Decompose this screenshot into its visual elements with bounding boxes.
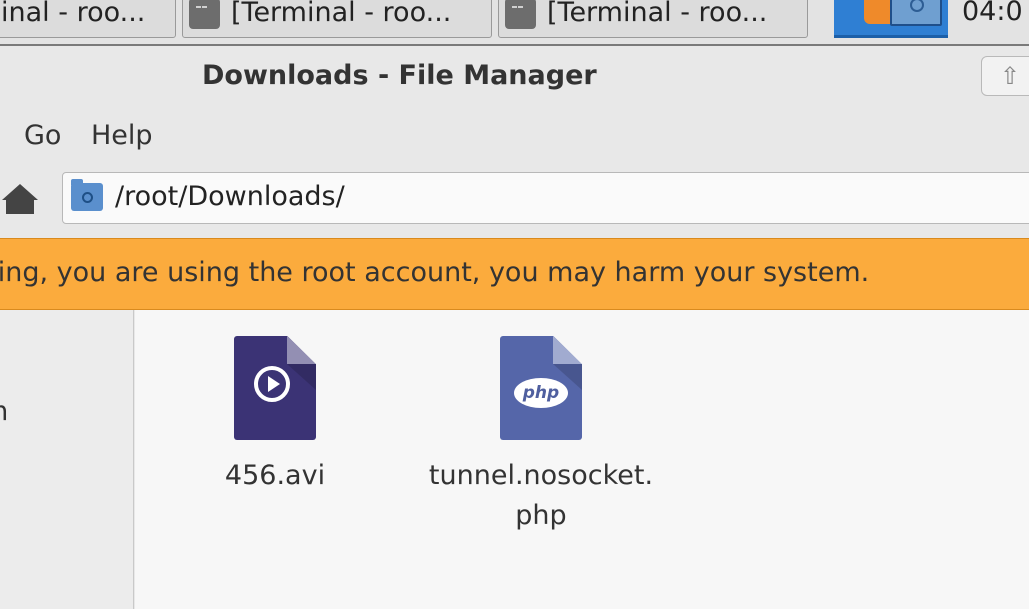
taskbar-item-terminal-3[interactable]: [Terminal - roo... xyxy=(498,0,808,38)
sidebar-item-filesystem[interactable]: m xyxy=(0,396,8,427)
play-icon xyxy=(254,366,290,402)
home-icon xyxy=(2,184,38,200)
menu-go[interactable]: Go xyxy=(24,120,61,151)
window-maximize-button[interactable]: ⇧ xyxy=(981,56,1029,96)
taskbar-item-terminal-2[interactable]: [Terminal - roo... xyxy=(182,0,492,38)
file-view[interactable]: 456.avi php tunnel.nosocket. php xyxy=(135,310,1029,609)
taskbar-item-terminal-1[interactable]: inal - roo... xyxy=(0,0,176,38)
php-file-icon: php xyxy=(500,336,582,440)
clock: 04:0 xyxy=(962,0,1023,27)
file-name: tunnel.nosocket. php xyxy=(428,460,654,531)
home-button[interactable] xyxy=(0,182,40,222)
root-warning-text: rning, you are using the root account, y… xyxy=(0,257,870,288)
window-titlebar: Downloads - File Manager ⇧ xyxy=(0,46,1029,108)
taskbar-item-label: inal - roo... xyxy=(1,0,146,28)
taskbar-item-label: [Terminal - roo... xyxy=(231,0,452,28)
window-title: Downloads - File Manager xyxy=(202,60,597,91)
terminal-icon xyxy=(505,0,536,29)
terminal-icon xyxy=(189,0,220,29)
php-logo-icon: php xyxy=(514,378,568,408)
location-bar: /root/Downloads/ xyxy=(0,162,1029,234)
menubar: Go Help xyxy=(0,108,1029,162)
file-item[interactable]: php tunnel.nosocket. php xyxy=(421,336,661,536)
file-item[interactable]: 456.avi xyxy=(155,336,395,496)
video-file-icon xyxy=(234,336,316,440)
sidebar: m xyxy=(0,310,134,609)
arrow-up-icon: ⇧ xyxy=(1000,62,1021,90)
file-manager-icon xyxy=(890,0,942,26)
path-text: /root/Downloads/ xyxy=(115,181,345,212)
root-warning-bar: rning, you are using the root account, y… xyxy=(0,238,1029,310)
taskbar: inal - roo... [Terminal - roo... [Termin… xyxy=(0,0,1029,46)
folder-icon xyxy=(71,179,103,211)
file-name: 456.avi xyxy=(224,460,326,491)
taskbar-item-label: [Terminal - roo... xyxy=(547,0,768,28)
menu-help[interactable]: Help xyxy=(91,120,153,151)
taskbar-item-file-manager[interactable] xyxy=(834,0,948,38)
path-input[interactable]: /root/Downloads/ xyxy=(62,172,1029,224)
